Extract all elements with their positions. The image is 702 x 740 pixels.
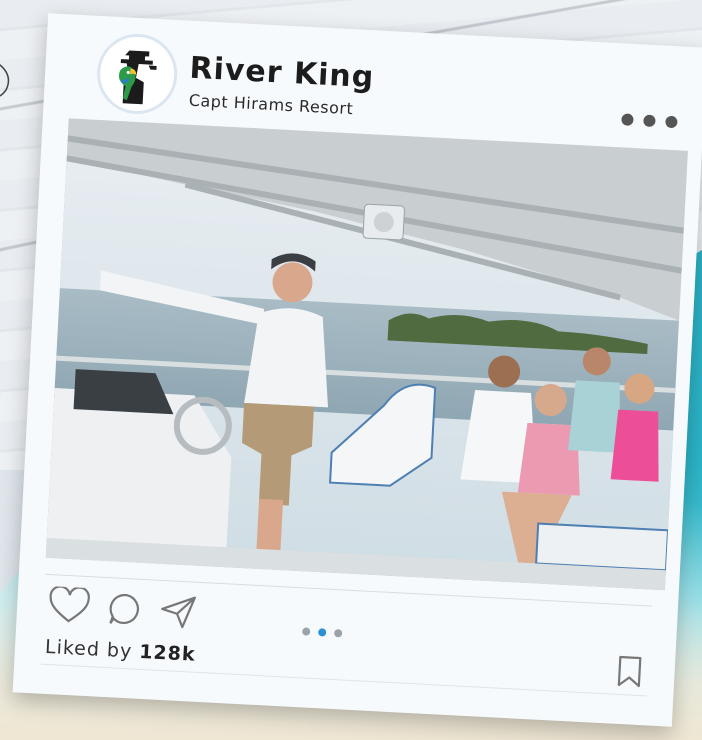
liked-by-label: Liked by [44, 635, 133, 663]
bookmark-icon[interactable] [616, 654, 644, 689]
heart-icon[interactable] [46, 585, 92, 626]
shell-doodle-icon [0, 64, 10, 97]
carousel-dot[interactable] [302, 627, 311, 636]
social-post-card: River King Capt Hirams Resort Liked by 1… [12, 13, 702, 727]
carousel-indicator [302, 627, 343, 638]
likes-text: Liked by 128k [45, 636, 197, 666]
account-subtitle: Capt Hirams Resort [188, 90, 354, 119]
like-count[interactable]: 128k [139, 641, 196, 666]
comment-icon[interactable] [106, 590, 144, 628]
bottom-divider [40, 663, 648, 697]
share-icon[interactable] [158, 593, 198, 631]
post-photo[interactable] [45, 118, 688, 591]
parrot-logo-icon[interactable] [95, 31, 180, 116]
account-name[interactable]: River King [189, 51, 375, 96]
carousel-dot-active[interactable] [318, 628, 327, 637]
carousel-dot[interactable] [333, 629, 343, 638]
more-options-icon[interactable] [621, 113, 678, 129]
post-actions [46, 585, 198, 632]
